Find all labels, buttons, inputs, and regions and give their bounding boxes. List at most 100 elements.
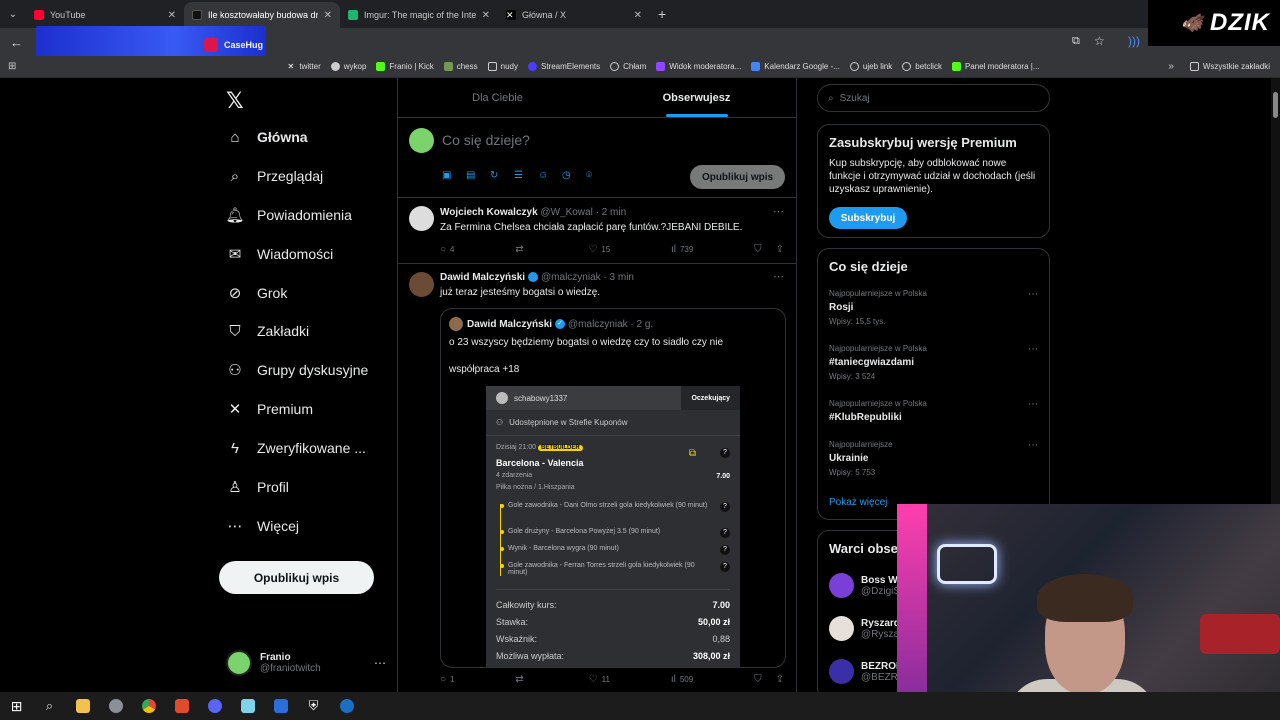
windows-start-icon[interactable]: ⊞ [0, 692, 33, 720]
bookmark-button[interactable]: ⛉ ⇪ [754, 674, 788, 685]
retweet-button[interactable]: ⇄ [515, 244, 527, 255]
app-icon[interactable] [99, 692, 132, 720]
nav-explore[interactable]: ⌕ Przeglądaj [226, 167, 323, 185]
bookmark-twitter[interactable]: ✕ twitter [286, 62, 321, 71]
bookmark-nudy[interactable]: nudy [487, 62, 518, 71]
tab-x-home[interactable]: ✕ Główna / X ✕ [498, 2, 650, 28]
image-icon[interactable]: ▣ [442, 170, 466, 181]
subscribe-button[interactable]: Subskrybuj [829, 207, 907, 229]
nav-more[interactable]: ⋯ Więcej [226, 517, 300, 535]
nav-premium[interactable]: ✕ Premium [226, 400, 313, 418]
scrollbar-thumb[interactable] [1273, 92, 1278, 118]
avatar[interactable] [409, 272, 434, 297]
views-button[interactable]: ıl 739 [671, 244, 693, 255]
poll-icon[interactable]: ☰ [514, 170, 538, 181]
file-explorer-icon[interactable] [66, 692, 99, 720]
reply-button[interactable]: ○ 1 [440, 674, 455, 685]
bookmark-chlam[interactable]: Chłam [610, 62, 646, 71]
tab-imgur[interactable]: Imgur: The magic of the Interne ✕ [340, 2, 498, 28]
nav-grok[interactable]: ⊘ Grok [226, 284, 288, 302]
publish-button[interactable]: Opublikuj wpis [690, 165, 785, 189]
bookmark-betclick[interactable]: betclick [902, 62, 942, 71]
tweet[interactable]: Dawid Malczyński ✓ @malczyniak · 3 min ⋯ j… [398, 264, 796, 692]
bookmark-moderator-panel[interactable]: Panel moderatora |... [951, 62, 1040, 71]
more-dots-icon[interactable]: ⋯ [1028, 399, 1038, 410]
retweet-button[interactable]: ⇄ [515, 674, 527, 685]
post-button[interactable]: Opublikuj wpis [219, 561, 374, 594]
like-button[interactable]: ♡ 15 [588, 244, 610, 255]
nav-verified-orgs[interactable]: ϟ Zweryfikowane ... [226, 439, 366, 457]
discord-icon[interactable] [198, 692, 231, 720]
more-dots-icon[interactable]: ⋯ [1028, 289, 1038, 300]
location-icon[interactable]: ⌾ [586, 170, 610, 181]
app-icon[interactable] [231, 692, 264, 720]
views-button[interactable]: ıl 509 [671, 674, 693, 685]
gif-icon[interactable]: ▤ [466, 170, 490, 181]
search-icon[interactable]: ⌕ [33, 692, 66, 720]
reply-button[interactable]: ○ 4 [440, 244, 455, 255]
search-input[interactable]: ⌕ Szukaj [817, 84, 1050, 112]
bookmark-streamelements[interactable]: StreamElements [528, 62, 600, 71]
nav-profile[interactable]: ♙ Profil [226, 478, 289, 496]
follow-suggestion[interactable]: Boss Wi @DzigiS [829, 573, 900, 598]
chrome-icon[interactable] [132, 692, 165, 720]
nav-bookmarks[interactable]: ⛉ Zakładki [226, 322, 309, 340]
star-icon[interactable]: ☆ [1094, 34, 1105, 48]
more-dots-icon[interactable]: ⋯ [773, 205, 784, 218]
app-icon[interactable] [264, 692, 297, 720]
install-icon[interactable]: ⧉ [1072, 35, 1080, 48]
new-tab-icon[interactable]: + [658, 6, 666, 22]
trend-item[interactable]: Najpopularniejsze w Polska #KlubRepubliki… [829, 399, 1038, 427]
tweet-author[interactable]: Dawid Malczyński [440, 272, 525, 283]
emoji-icon[interactable]: ☺ [538, 170, 562, 181]
grok-icon[interactable]: ↻ [490, 170, 514, 181]
trend-item[interactable]: Najpopularniejsze w Polska #taniecgwiazda… [829, 344, 1038, 381]
close-tab-icon[interactable]: ✕ [168, 10, 176, 21]
app-icon[interactable] [165, 692, 198, 720]
trend-item[interactable]: Najpopularniejsze Ukrainie Wpisy: 5 753 ⋯ [829, 440, 1038, 477]
bookmark-moderator-view[interactable]: Widok moderatora... [656, 62, 741, 71]
trend-item[interactable]: Najpopularniejsze w Polska Rosji Wpisy: 15… [829, 289, 1038, 326]
close-tab-icon[interactable]: ✕ [482, 10, 490, 21]
all-bookmarks-folder[interactable]: Wszystkie zakładki [1189, 62, 1270, 71]
back-arrow-icon[interactable]: ← [10, 35, 23, 50]
nav-home[interactable]: ⌂ Główna [226, 128, 307, 146]
close-tab-icon[interactable]: ✕ [634, 10, 642, 21]
shield-icon[interactable]: ⛨ [297, 692, 330, 720]
schedule-icon[interactable]: ◷ [562, 170, 586, 181]
tab-following[interactable]: Obserwujesz [597, 78, 796, 117]
steam-icon[interactable] [330, 692, 363, 720]
bookmark-wykop[interactable]: wykop [330, 62, 366, 71]
nav-notifications[interactable]: 🔔︎ Powiadomienia [225, 206, 351, 224]
more-dots-icon[interactable]: ⋯ [1028, 344, 1038, 355]
nav-messages[interactable]: ✉ Wiadomości [226, 245, 334, 263]
show-more-link[interactable]: Pokaż więcej [829, 497, 887, 508]
avatar[interactable] [409, 206, 434, 231]
close-tab-icon[interactable]: ✕ [324, 10, 332, 21]
x-logo-icon[interactable]: 𝕏 [226, 88, 244, 114]
share-icon[interactable]: ⇪ [776, 674, 784, 685]
tab-search-caret-icon[interactable]: ⌄ [0, 0, 26, 28]
quoted-tweet[interactable]: Dawid Malczyński ✓ @malczyniak · 2 g. o 23… [440, 308, 786, 668]
apps-grid-icon[interactable]: ⊞ [8, 61, 16, 72]
bookmark-chess[interactable]: chess [443, 62, 478, 71]
more-dots-icon[interactable]: ⋯ [1028, 440, 1038, 451]
bookmark-ujeb-link[interactable]: ujeb link [849, 62, 892, 71]
extension-icon[interactable]: ))) [1128, 34, 1140, 48]
tab-for-you[interactable]: Dla Ciebie [398, 78, 597, 117]
tab-youtube[interactable]: YouTube ✕ [26, 2, 184, 28]
more-dots-icon[interactable]: ⋯ [773, 270, 784, 283]
share-icon[interactable]: ⇪ [776, 244, 784, 255]
bookmark-google-calendar[interactable]: Kalendarz Google -... [751, 62, 840, 71]
bookmark-kick[interactable]: Franio | Kick [376, 62, 434, 71]
tweet-author[interactable]: Wojciech Kowalczyk [440, 207, 538, 218]
bet-slip-image[interactable]: schabowy1337 Oczekujący ⚇ Udostępnione w S… [486, 386, 740, 667]
nav-communities[interactable]: ⚇ Grupy dyskusyjne [226, 361, 368, 379]
like-button[interactable]: ♡ 11 [589, 674, 610, 685]
tweet[interactable]: Wojciech Kowalczyk @W_Kowal · 2 min ⋯ Za… [398, 198, 796, 264]
follow-suggestion[interactable]: Ryszard @Ryszar [829, 616, 902, 641]
more-bookmarks-chevron-icon[interactable]: » [1168, 61, 1174, 72]
compose-input[interactable]: Co się dzieje? [442, 132, 530, 148]
tab-drone[interactable]: Ile kosztowałaby budowa drona ✕ [184, 2, 340, 28]
follow-suggestion[interactable]: BEZROE @BEZRO [829, 659, 906, 684]
